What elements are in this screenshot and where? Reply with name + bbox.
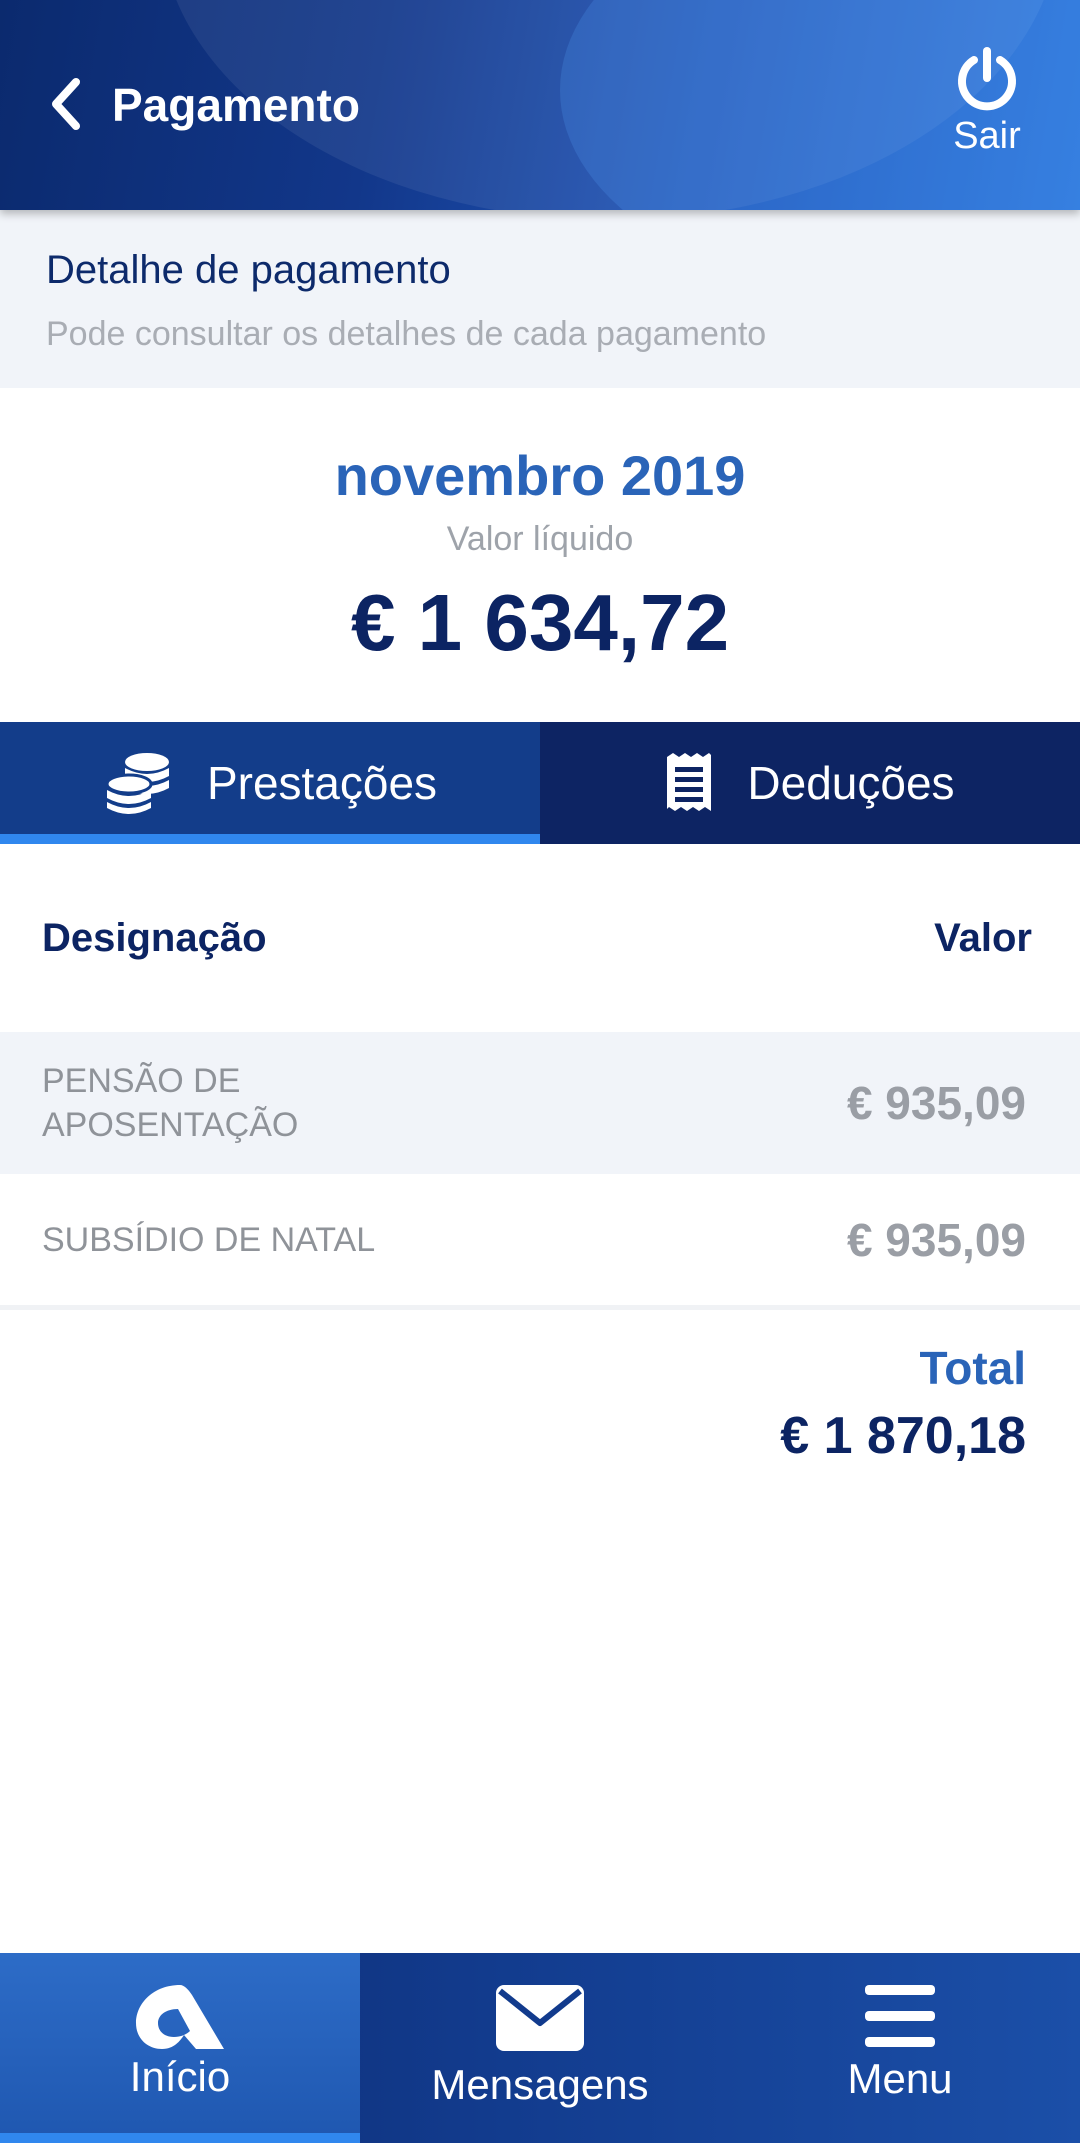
total-label: Total — [919, 1342, 1026, 1394]
section-subtitle: Pode consultar os detalhes de cada pagam… — [46, 315, 767, 353]
bottom-navigation: Início Mensagens Menu — [0, 1953, 1080, 2143]
column-header-value: Valor — [934, 915, 1032, 960]
total-block: Total € 1 870,18 — [780, 1340, 1026, 1466]
power-icon — [958, 47, 1016, 111]
payment-period: novembro 2019 — [334, 444, 746, 507]
tab-bar: Prestações Deduções — [0, 722, 1080, 844]
total-value: € 1 870,18 — [780, 1407, 1026, 1465]
tab-label: Prestações — [206, 757, 438, 809]
back-button[interactable] — [40, 72, 90, 136]
net-value-amount: € 1 634,72 — [350, 578, 730, 667]
app-header: Pagamento Sair — [0, 0, 1080, 210]
nav-label: Início — [129, 2053, 231, 2100]
table-header: Designação Valor — [0, 844, 1080, 1032]
logout-label: Sair — [953, 115, 1021, 157]
nav-menu[interactable]: Menu — [720, 1953, 1080, 2143]
home-logo-icon — [136, 1985, 224, 2049]
page-title: Pagamento — [112, 79, 360, 131]
row-designation: SUBSÍDIO DE NATAL — [42, 1220, 376, 1259]
nav-inicio[interactable]: Início — [0, 1953, 360, 2143]
chevron-left-icon — [52, 78, 80, 130]
tab-deducoes[interactable]: Deduções — [540, 722, 1080, 844]
receipt-icon — [667, 753, 712, 811]
hamburger-menu-icon — [865, 1985, 935, 2047]
tab-label: Deduções — [747, 757, 955, 809]
nav-mensagens[interactable]: Mensagens — [360, 1953, 720, 2143]
envelope-icon — [496, 1985, 584, 2051]
logout-button[interactable]: Sair — [942, 46, 1032, 162]
tab-prestacoes[interactable]: Prestações — [0, 722, 540, 844]
info-strip: Detalhe de pagamento Pode consultar os d… — [0, 210, 1080, 388]
coins-icon — [105, 753, 169, 814]
table-row: PENSÃO DE APOSENTAÇÃO € 935,09 — [0, 1032, 1080, 1174]
column-header-designation: Designação — [42, 915, 267, 960]
nav-label: Mensagens — [431, 2061, 649, 2108]
row-value: € 935,09 — [846, 1213, 1026, 1266]
payment-summary: novembro 2019 Valor líquido € 1 634,72 — [0, 388, 1080, 722]
row-value: € 935,09 — [846, 1077, 1026, 1129]
net-value-label: Valor líquido — [446, 520, 634, 558]
section-title: Detalhe de pagamento — [46, 248, 451, 292]
row-designation: PENSÃO DE APOSENTAÇÃO — [42, 1062, 299, 1144]
table-row: SUBSÍDIO DE NATAL € 935,09 — [0, 1174, 1080, 1310]
nav-label: Menu — [847, 2055, 953, 2102]
payment-table: Designação Valor PENSÃO DE APOSENTAÇÃO €… — [0, 844, 1080, 1310]
